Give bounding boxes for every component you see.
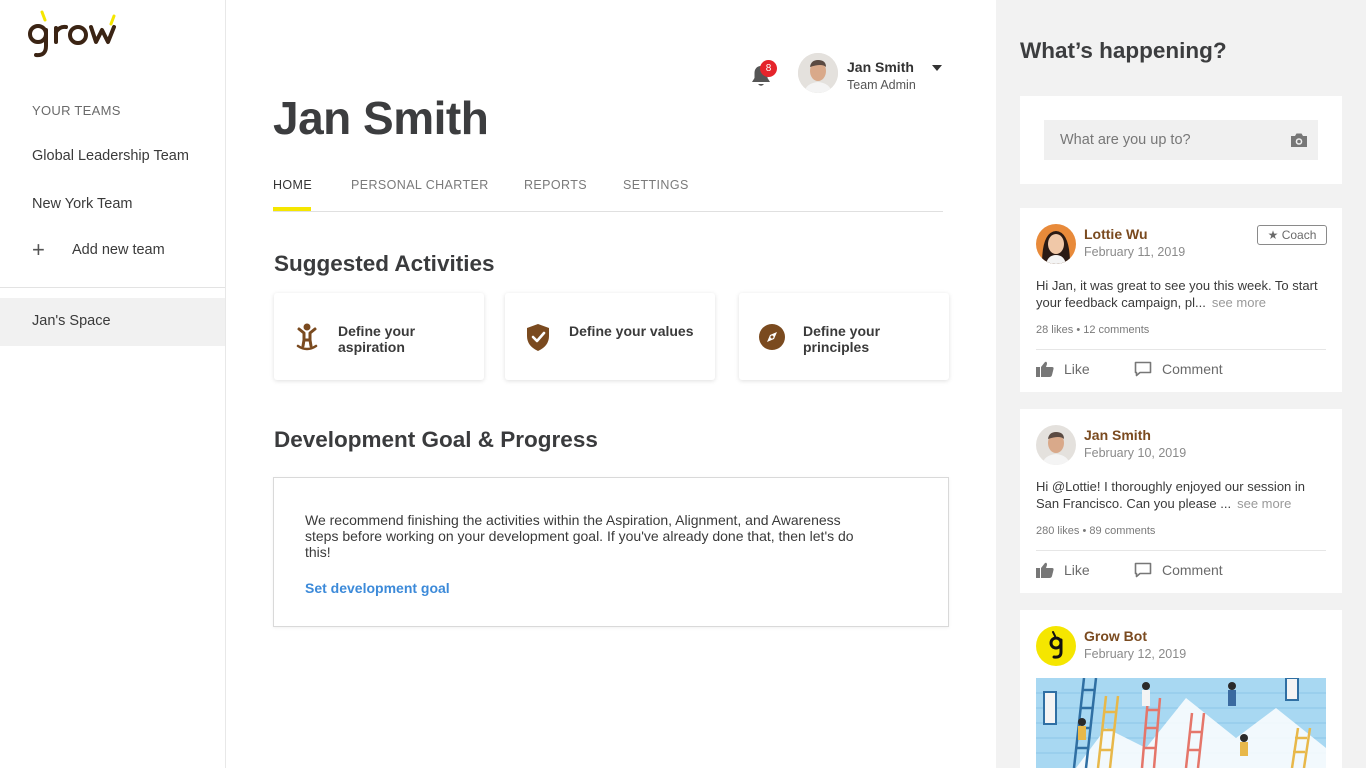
your-teams-label: YOUR TEAMS	[32, 103, 121, 118]
thumbs-up-icon	[1036, 361, 1054, 377]
like-label: Like	[1064, 361, 1090, 377]
aspiration-icon	[292, 322, 322, 352]
author-name[interactable]: Jan Smith	[1084, 427, 1151, 443]
active-tab-indicator	[273, 207, 311, 211]
activity-label-principles: Define your principles	[803, 323, 881, 355]
comment-icon	[1134, 562, 1152, 578]
sidebar-item-global-leadership-team[interactable]: Global Leadership Team	[32, 148, 189, 164]
comment-icon	[1134, 361, 1152, 377]
feed-post: Jan Smith February 10, 2019 Hi @Lottie! …	[1020, 409, 1342, 593]
feed-post: Lottie Wu February 11, 2019 ★ Coach Hi J…	[1020, 208, 1342, 392]
user-name: Jan Smith	[847, 59, 914, 75]
post-stats: 280 likes • 89 comments	[1036, 525, 1156, 537]
compass-icon	[757, 322, 787, 352]
comment-button[interactable]: Comment	[1134, 562, 1223, 578]
add-new-team-label: Add new team	[72, 242, 165, 258]
sidebar-item-new-york-team[interactable]: New York Team	[32, 196, 132, 212]
tab-home[interactable]: HOME	[273, 178, 312, 192]
post-text: Hi Jan, it was great to see you this wee…	[1036, 277, 1328, 311]
see-more-link[interactable]: see more	[1212, 295, 1266, 310]
like-button[interactable]: Like	[1036, 562, 1090, 578]
post-date: February 10, 2019	[1084, 446, 1187, 460]
author-avatar[interactable]	[1036, 425, 1076, 465]
activity-card-principles[interactable]: Define your principles	[739, 293, 949, 380]
post-date: February 12, 2019	[1084, 647, 1187, 661]
post-text-content: Hi Jan, it was great to see you this wee…	[1036, 278, 1318, 310]
user-avatar	[798, 53, 838, 93]
post-date: February 11, 2019	[1084, 245, 1186, 259]
grow-logo[interactable]	[26, 10, 122, 60]
activity-label-values: Define your values	[569, 323, 694, 339]
comment-label: Comment	[1162, 361, 1223, 377]
activity-feed: What’s happening? Lottie Wu February 11,…	[996, 0, 1366, 768]
tab-settings[interactable]: SETTINGS	[623, 178, 689, 192]
post-stats: 28 likes • 12 comments	[1036, 324, 1150, 336]
comment-label: Comment	[1162, 562, 1223, 578]
post-divider	[1036, 550, 1326, 551]
chevron-down-icon	[932, 65, 942, 71]
comment-button[interactable]: Comment	[1134, 361, 1223, 377]
feed-title: What’s happening?	[1020, 38, 1227, 63]
tab-personal-charter[interactable]: PERSONAL CHARTER	[351, 178, 489, 192]
author-name[interactable]: Grow Bot	[1084, 628, 1147, 644]
author-avatar[interactable]	[1036, 224, 1076, 264]
set-development-goal-link[interactable]: Set development goal	[305, 580, 450, 596]
main-content: 8 Jan Smith Team Admin Jan Smith HOME PE…	[226, 0, 996, 768]
suggested-activities-title: Suggested Activities	[274, 251, 495, 276]
thumbs-up-icon	[1036, 562, 1054, 578]
tab-reports[interactable]: REPORTS	[524, 178, 587, 192]
coach-badge: ★ Coach	[1257, 225, 1327, 245]
add-new-team-button[interactable]: + Add new team	[32, 237, 165, 262]
feed-post: Grow Bot February 12, 2019	[1020, 610, 1342, 768]
notification-count-badge: 8	[760, 60, 777, 77]
grow-bot-logo-icon	[1049, 631, 1063, 659]
activity-label-aspiration: Define your aspiration	[338, 323, 416, 355]
activity-card-values[interactable]: Define your values	[505, 293, 715, 380]
user-menu[interactable]: Jan Smith Team Admin	[798, 53, 948, 95]
post-text: Hi @Lottie! I thoroughly enjoyed our ses…	[1036, 478, 1328, 512]
sidebar-item-jans-space[interactable]: Jan's Space	[0, 298, 225, 346]
compose-card	[1020, 96, 1342, 184]
page-title: Jan Smith	[273, 92, 489, 144]
post-illustration-image[interactable]	[1036, 678, 1326, 768]
author-name[interactable]: Lottie Wu	[1084, 226, 1148, 242]
tab-bar: HOME PERSONAL CHARTER REPORTS SETTINGS	[273, 168, 943, 212]
like-button[interactable]: Like	[1036, 361, 1090, 377]
like-label: Like	[1064, 562, 1090, 578]
sidebar-divider	[0, 287, 225, 288]
user-role: Team Admin	[847, 78, 916, 92]
post-divider	[1036, 349, 1326, 350]
compose-input[interactable]	[1044, 120, 1318, 160]
sidebar: YOUR TEAMS Global Leadership Team New Yo…	[0, 0, 226, 768]
plus-icon: +	[32, 237, 45, 262]
development-goal-text: We recommend finishing the activities wi…	[305, 512, 854, 560]
development-goal-card: We recommend finishing the activities wi…	[273, 477, 949, 627]
development-goal-title: Development Goal & Progress	[274, 427, 598, 452]
shield-check-icon	[523, 322, 553, 352]
camera-icon[interactable]	[1290, 132, 1308, 148]
see-more-link[interactable]: see more	[1237, 496, 1291, 511]
activity-card-aspiration[interactable]: Define your aspiration	[274, 293, 484, 380]
grow-bot-avatar[interactable]	[1036, 626, 1076, 666]
